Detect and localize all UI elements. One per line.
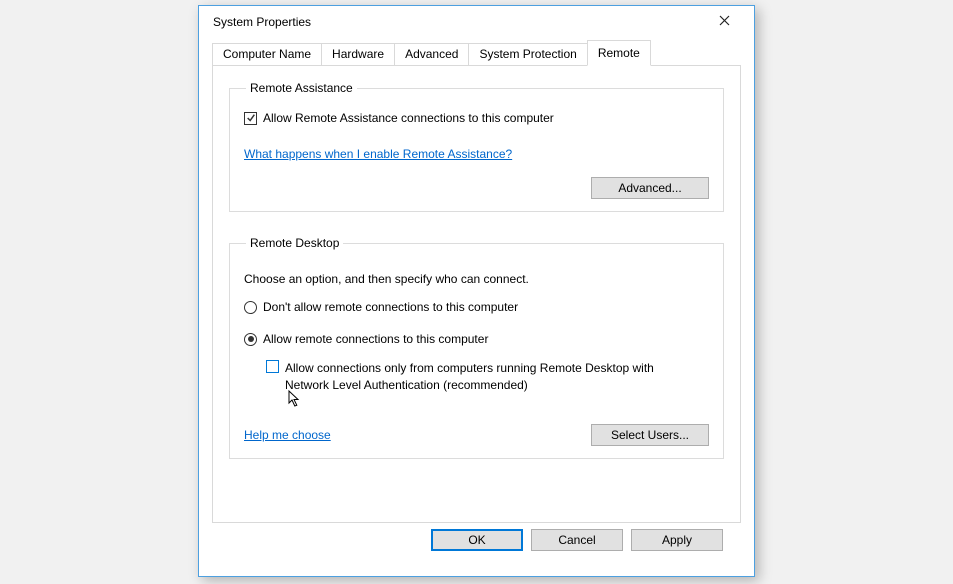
tab-advanced[interactable]: Advanced — [394, 43, 469, 65]
dialog-buttons: OK Cancel Apply — [212, 529, 741, 551]
remote-assistance-help-link[interactable]: What happens when I enable Remote Assist… — [244, 147, 512, 161]
radio-allow[interactable] — [244, 333, 257, 346]
radio-allow-label: Allow remote connections to this compute… — [263, 332, 488, 346]
tab-system-protection[interactable]: System Protection — [468, 43, 587, 65]
close-button[interactable] — [704, 7, 744, 33]
nla-checkbox-label: Allow connections only from computers ru… — [285, 360, 676, 394]
radio-dont-allow-label: Don't allow remote connections to this c… — [263, 300, 518, 314]
apply-button[interactable]: Apply — [631, 529, 723, 551]
checkmark-icon — [246, 113, 256, 123]
remote-assistance-legend: Remote Assistance — [246, 81, 357, 95]
allow-remote-assistance-checkbox[interactable] — [244, 112, 257, 125]
tab-computer-name[interactable]: Computer Name — [212, 43, 322, 65]
remote-assistance-group: Remote Assistance Allow Remote Assistanc… — [229, 81, 724, 212]
ok-button[interactable]: OK — [431, 529, 523, 551]
dialog-content: Computer Name Hardware Advanced System P… — [199, 38, 754, 563]
system-properties-dialog: System Properties Computer Name Hardware… — [198, 5, 755, 577]
window-title: System Properties — [213, 15, 704, 29]
remote-desktop-instruction: Choose an option, and then specify who c… — [244, 272, 709, 286]
radio-dont-allow[interactable] — [244, 301, 257, 314]
advanced-button[interactable]: Advanced... — [591, 177, 709, 199]
tabs: Computer Name Hardware Advanced System P… — [212, 39, 741, 66]
help-me-choose-link[interactable]: Help me choose — [244, 428, 331, 442]
cancel-button[interactable]: Cancel — [531, 529, 623, 551]
select-users-button[interactable]: Select Users... — [591, 424, 709, 446]
close-icon — [719, 15, 730, 26]
titlebar: System Properties — [199, 6, 754, 38]
allow-remote-assistance-label: Allow Remote Assistance connections to t… — [263, 111, 554, 125]
remote-desktop-group: Remote Desktop Choose an option, and the… — [229, 236, 724, 459]
tab-panel-remote: Remote Assistance Allow Remote Assistanc… — [212, 65, 741, 523]
tab-remote[interactable]: Remote — [587, 40, 651, 66]
tab-hardware[interactable]: Hardware — [321, 43, 395, 65]
nla-checkbox[interactable] — [266, 360, 279, 373]
remote-desktop-legend: Remote Desktop — [246, 236, 343, 250]
